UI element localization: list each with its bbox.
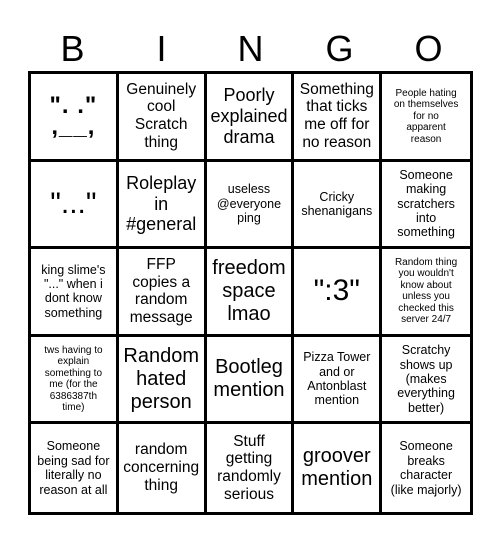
bingo-cell-text: FFP copies a random message	[129, 255, 193, 327]
bingo-cell[interactable]: useless @everyone ping	[206, 161, 295, 250]
bingo-cell[interactable]: freedom space lmao	[206, 249, 295, 337]
bingo-cell-text: freedom space lmao	[212, 256, 286, 325]
bingo-cell-text: Random hated person	[123, 344, 199, 413]
bingo-cell[interactable]: Genuinely cool Scratch thing	[118, 74, 207, 162]
bingo-cell[interactable]: ". ." ,__,	[31, 74, 119, 162]
bingo-cell-text: ":3"	[313, 274, 360, 308]
bingo-cell[interactable]: king slime's "..." when i dont know some…	[31, 249, 119, 337]
bingo-cell-text: Stuff getting randomly serious	[217, 432, 281, 503]
bingo-cell[interactable]: Someone being sad for literally no reaso…	[31, 424, 119, 512]
bingo-cell-text: Someone breaks character (like majorly)	[390, 439, 462, 497]
bingo-cell[interactable]: tws having to explain something to me (f…	[31, 336, 119, 425]
bingo-cell-text: groover mention	[301, 445, 373, 491]
bingo-cell-text: useless @everyone ping	[216, 182, 282, 226]
bingo-cell[interactable]: Someone breaks character (like majorly)	[382, 424, 470, 512]
bingo-cell-text: Someone making scratchers into something	[397, 167, 455, 240]
bingo-cell[interactable]: Pizza Tower and or Antonblast mention	[294, 336, 383, 425]
bingo-cell[interactable]: "..."	[31, 161, 119, 250]
bingo-cell[interactable]: Scratchy shows up (makes everything bett…	[382, 336, 470, 425]
bingo-cell[interactable]: Bootleg mention	[206, 336, 295, 425]
bingo-board: ". ." ,__, Genuinely cool Scratch thing Po…	[28, 71, 473, 515]
bingo-cell-text: king slime's "..." when i dont know some…	[41, 262, 106, 320]
bingo-cell-text: random concerning thing	[123, 441, 200, 495]
bingo-cell-text: ". ." ,__,	[49, 91, 98, 141]
bingo-cell[interactable]: groover mention	[294, 424, 383, 512]
bingo-cell-text: tws having to explain something to me (f…	[44, 344, 103, 414]
header-letter-o: O	[414, 28, 443, 69]
bingo-cell[interactable]: random concerning thing	[118, 424, 207, 512]
bingo-cell-text: People hating on themselves for no appar…	[393, 87, 459, 145]
bingo-cell[interactable]: Something that ticks me off for no reaso…	[294, 74, 383, 162]
bingo-cell-text: Genuinely cool Scratch thing	[126, 80, 197, 152]
bingo-cell[interactable]: Stuff getting randomly serious	[206, 424, 295, 512]
bingo-cell-text: Roleplay in #general	[126, 172, 197, 235]
bingo-cell-text: Scratchy shows up (makes everything bett…	[397, 343, 455, 415]
bingo-cell[interactable]: Poorly explained drama	[206, 74, 295, 162]
bingo-cell-text: Random thing you wouldn't know about unl…	[394, 256, 458, 326]
bingo-cell-text: Pizza Tower and or Antonblast mention	[303, 350, 371, 408]
bingo-cell[interactable]: Random thing you wouldn't know about unl…	[382, 249, 470, 337]
header-letter-i: I	[156, 28, 167, 69]
bingo-cell-text: Poorly explained drama	[210, 85, 288, 147]
bingo-header: B I N G O	[28, 28, 473, 70]
bingo-cell[interactable]: Random hated person	[118, 336, 207, 425]
bingo-cell[interactable]: People hating on themselves for no appar…	[382, 74, 470, 162]
header-letter-n: N	[237, 28, 264, 69]
header-letter-g: G	[325, 28, 354, 69]
header-letter-b: B	[60, 28, 85, 69]
bingo-cell-text: "..."	[50, 186, 97, 220]
bingo-cell[interactable]: FFP copies a random message	[118, 249, 207, 337]
bingo-cell-text: Bootleg mention	[213, 356, 285, 402]
bingo-cell[interactable]: ":3"	[294, 249, 383, 337]
bingo-cell-text: Something that ticks me off for no reaso…	[299, 80, 374, 152]
bingo-cell-text: Cricky shenanigans	[301, 189, 373, 218]
bingo-cell-text: Someone being sad for literally no reaso…	[37, 439, 110, 497]
bingo-cell[interactable]: Cricky shenanigans	[294, 161, 383, 250]
bingo-cell[interactable]: Roleplay in #general	[118, 161, 207, 250]
bingo-cell[interactable]: Someone making scratchers into something	[382, 161, 470, 250]
